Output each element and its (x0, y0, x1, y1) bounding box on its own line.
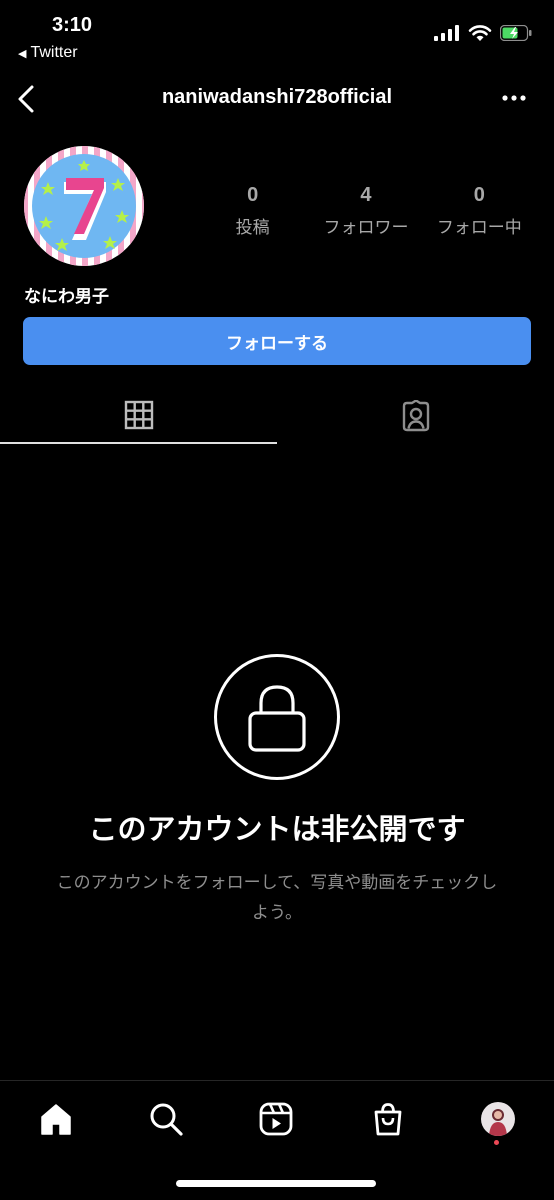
private-lock-badge (214, 654, 340, 780)
profile-stats: 0 投稿 4 フォロワー 0 フォロー中 (196, 184, 536, 238)
search-icon (150, 1103, 183, 1136)
private-account-message: このアカウントをフォローして、写真や動画をチェックしよう。 (56, 873, 498, 922)
lock-icon (248, 685, 306, 752)
tagged-person-icon (402, 400, 429, 432)
battery-charging-icon (500, 25, 532, 41)
tab-posts-grid[interactable] (0, 392, 277, 444)
nav-home[interactable] (34, 1097, 78, 1141)
nav-shop[interactable] (366, 1097, 410, 1141)
nav-profile[interactable] (476, 1097, 520, 1141)
reels-icon (259, 1102, 293, 1136)
back-app-label: Twitter (30, 44, 78, 61)
cellular-signal-icon (434, 25, 459, 41)
back-to-app-link[interactable]: ◀ Twitter (18, 44, 78, 62)
status-icons (434, 24, 532, 42)
grid-icon (124, 400, 153, 430)
stat-value: 0 (473, 184, 485, 206)
stat-posts[interactable]: 0 投稿 (196, 184, 309, 238)
notification-dot (494, 1140, 499, 1145)
stat-value: 0 (247, 184, 259, 206)
tab-tagged[interactable] (277, 392, 554, 444)
profile-avatar-thumbnail (481, 1102, 515, 1136)
shop-icon (374, 1103, 402, 1136)
display-name: なにわ男子 (24, 287, 109, 306)
follow-button[interactable]: フォローする (23, 317, 531, 365)
home-indicator[interactable] (176, 1180, 376, 1187)
nav-reels[interactable] (254, 1097, 298, 1141)
stat-following[interactable]: 0 フォロー中 (423, 184, 536, 238)
profile-header: naniwadanshi728official (0, 78, 554, 120)
more-options-button[interactable] (500, 86, 528, 110)
nav-search[interactable] (144, 1097, 188, 1141)
stat-label: 投稿 (235, 218, 270, 237)
stat-followers[interactable]: 4 フォロワー (309, 184, 422, 238)
status-time: 3:10 (52, 14, 93, 36)
private-account-title: このアカウントは非公開です (88, 814, 466, 846)
page-title-username: naniwadanshi728official (161, 86, 393, 108)
home-icon (41, 1104, 71, 1135)
stat-value: 4 (360, 184, 372, 206)
back-triangle-icon: ◀ (18, 47, 27, 60)
more-horizontal-icon (502, 95, 526, 101)
stat-label: フォロワー (323, 218, 409, 237)
profile-avatar[interactable] (22, 144, 146, 268)
stat-label: フォロー中 (436, 218, 522, 237)
profile-tabs (0, 392, 554, 444)
wifi-icon (468, 25, 492, 41)
